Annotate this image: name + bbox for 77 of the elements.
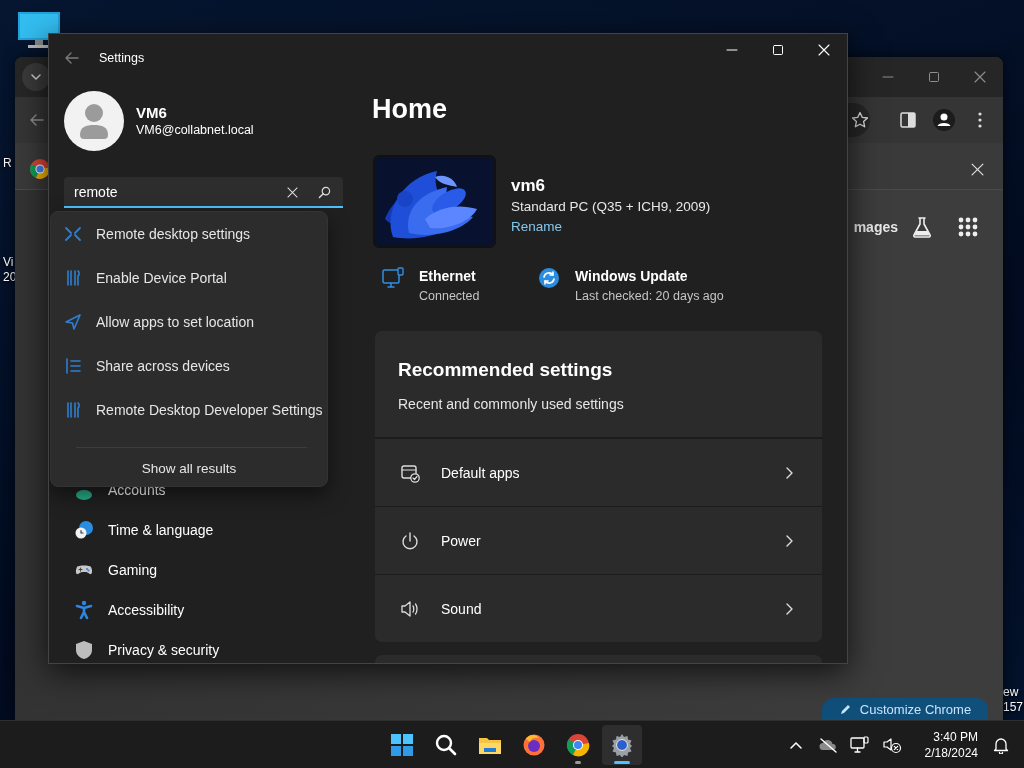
taskbar-button[interactable] (602, 724, 642, 765)
search-icon (317, 185, 331, 199)
search-result[interactable]: Remote desktop settings (51, 212, 327, 256)
settings-row[interactable]: Sound (375, 574, 822, 642)
remote-arrows-icon (63, 224, 83, 244)
shield-icon (74, 640, 94, 660)
search-result[interactable]: Enable Device Portal (51, 256, 327, 300)
start-icon (390, 732, 414, 757)
desktop-icon-label: Vi (3, 255, 14, 270)
settings-row[interactable]: Default apps (375, 438, 822, 506)
chevron-right-icon (784, 465, 794, 480)
settings-row[interactable]: Power (375, 506, 822, 574)
status-detail: Last checked: 20 days ago (575, 288, 724, 305)
power-icon (400, 530, 420, 551)
tab-search-button[interactable] (22, 63, 50, 91)
chevron-right-icon (784, 533, 794, 548)
chevron-right-icon (784, 601, 794, 616)
profile-icon (933, 109, 955, 131)
star-icon (851, 111, 869, 129)
accessibility-figure-icon (74, 600, 94, 620)
more-icon (978, 112, 982, 128)
back-arrow-icon (29, 112, 45, 128)
window-title: Settings (99, 51, 145, 65)
app-window-check-icon (400, 462, 420, 483)
user-name: VM6 (136, 103, 168, 122)
desktop-icon-label: ew (1003, 685, 1019, 700)
list-icon (63, 356, 83, 376)
search-field[interactable]: remote (64, 177, 343, 208)
card-title: Recommended settings (398, 358, 614, 382)
pencil-icon (838, 702, 852, 716)
card-subtitle: Recent and commonly used settings (398, 395, 625, 414)
user-email: VM6@collabnet.local (136, 122, 254, 139)
close-icon (970, 162, 984, 176)
search-result[interactable]: Share across devices (51, 344, 327, 388)
nav-item[interactable]: Privacy & security (64, 630, 372, 663)
search-result[interactable]: Allow apps to set location (51, 300, 327, 344)
close-icon (286, 186, 298, 198)
back-arrow-icon (64, 50, 80, 66)
rename-link[interactable]: Rename (511, 217, 563, 237)
browser-icon (566, 732, 590, 757)
sync-arrows-icon (537, 266, 561, 290)
search-result[interactable]: Remote Desktop Developer Settings (51, 388, 327, 432)
avatar-icon (64, 91, 124, 151)
device-name: vm6 (511, 175, 547, 197)
nav-item[interactable]: Gaming (64, 550, 372, 590)
location-arrow-icon (63, 312, 83, 332)
device-model: Standard PC (Q35 + ICH9, 2009) (511, 198, 711, 216)
status-title: Ethernet (419, 267, 477, 286)
close-icon (818, 44, 830, 56)
nav-item[interactable]: Accessibility (64, 590, 372, 630)
status-detail: Connected (419, 288, 480, 305)
show-all-results-button[interactable]: Show all results (51, 451, 327, 486)
close-icon (974, 71, 986, 83)
desktop-icon-label: 157 (1003, 700, 1024, 715)
globe-clock-icon (74, 520, 94, 540)
monitor-icon (18, 12, 60, 48)
flask-icon (911, 216, 933, 238)
desktop-icon-label: R (3, 156, 12, 171)
clock[interactable]: 3:40 PM 2/18/2024 (920, 728, 982, 761)
ethernet-monitor-icon (381, 266, 405, 290)
maximize-icon (928, 71, 940, 83)
status-title: Windows Update (575, 267, 689, 286)
cloud-off-icon (817, 736, 838, 753)
header-link[interactable]: mages (853, 219, 898, 235)
nav-item[interactable]: Time & language (64, 510, 372, 550)
page-title: Home (372, 93, 448, 125)
browser-icon (522, 732, 546, 757)
maximize-icon (772, 44, 784, 56)
side-panel-icon (899, 111, 917, 129)
apps-grid-icon (958, 217, 978, 237)
caret-down-icon (30, 71, 42, 83)
search-icon (434, 732, 458, 757)
gear-icon (610, 732, 634, 757)
desktop-icon-label: 20 (3, 270, 17, 285)
customize-button[interactable]: Customize Chrome (822, 698, 988, 720)
bell-icon (992, 735, 1010, 754)
network-icon (849, 735, 870, 754)
